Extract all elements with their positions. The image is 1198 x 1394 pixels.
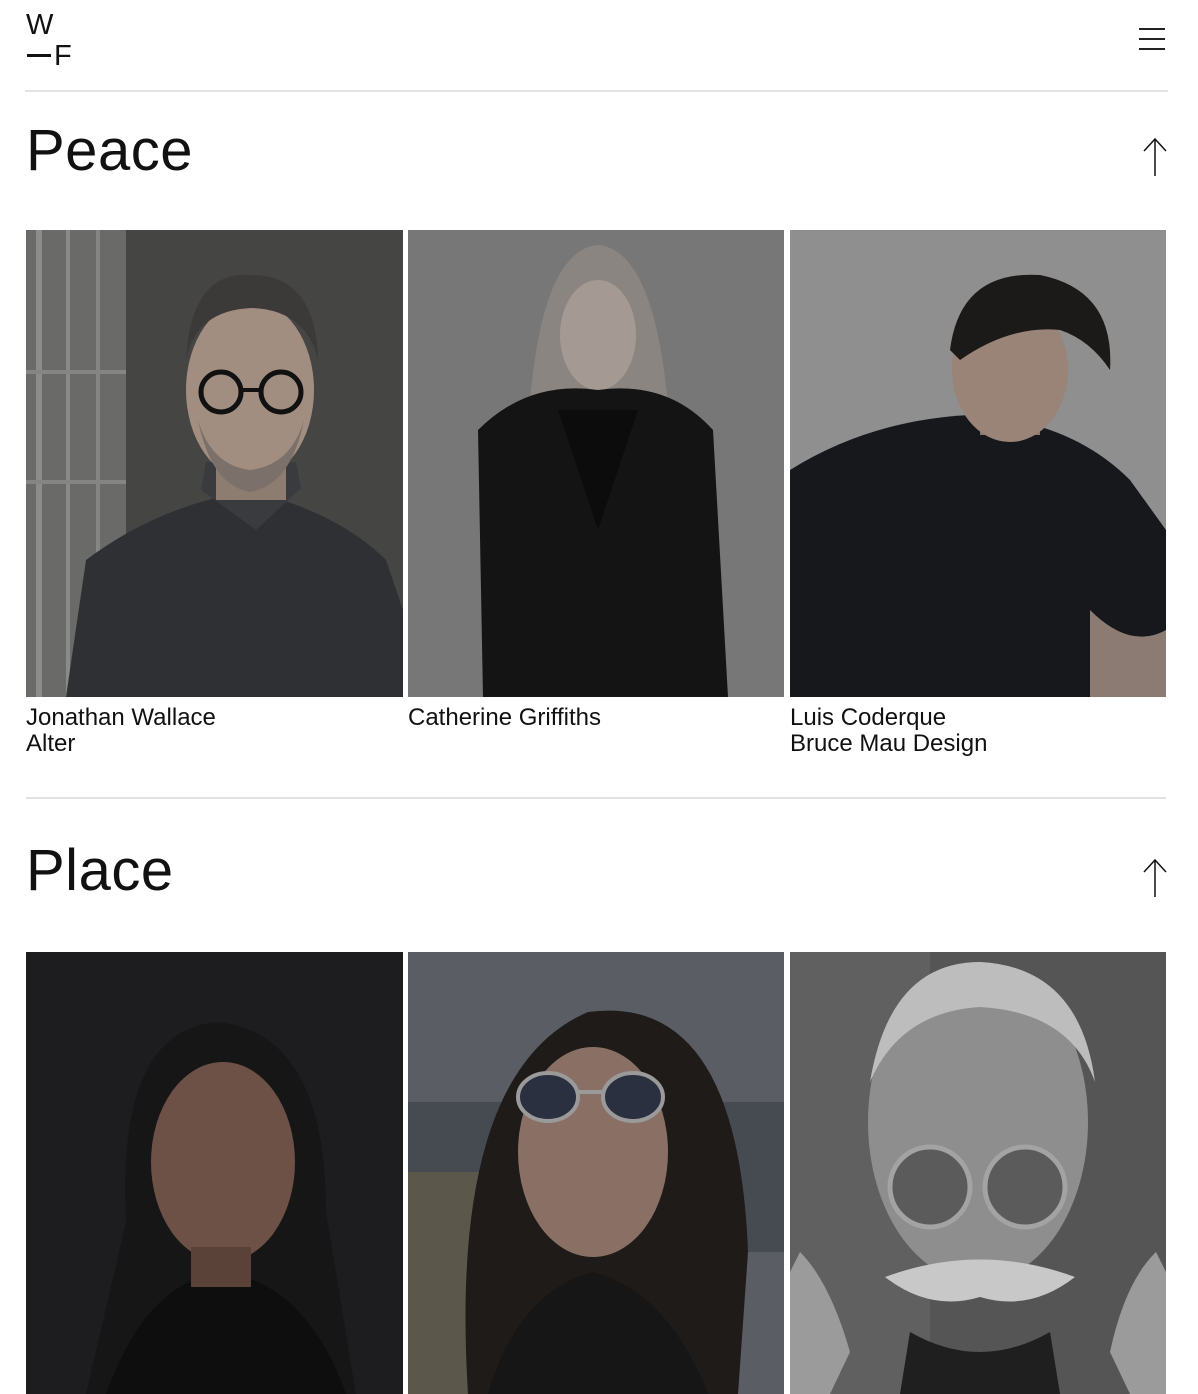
logo-letter-w: W — [26, 9, 53, 41]
site-header: W F — [0, 0, 1198, 92]
hamburger-menu-icon[interactable] — [1138, 26, 1168, 52]
logo-dash — [27, 54, 51, 57]
logo-letter-f: F — [54, 40, 72, 72]
portrait-luis-coderque[interactable] — [790, 230, 1166, 697]
site-logo[interactable]: W F — [26, 9, 76, 72]
section-title-place: Place — [26, 838, 174, 903]
person-name[interactable]: Luis Coderque — [790, 705, 987, 731]
header-divider — [25, 90, 1168, 92]
caption-person-1: Jonathan Wallace Alter — [26, 705, 216, 757]
person-company: Bruce Mau Design — [790, 730, 988, 757]
caption-person-3: Luis Coderque Bruce Mau Design — [790, 705, 987, 757]
scroll-top-arrow-icon[interactable] — [1141, 137, 1169, 177]
portrait-place-person-2[interactable] — [408, 952, 784, 1394]
caption-person-2: Catherine Griffiths — [408, 705, 601, 731]
portrait-catherine-griffiths[interactable] — [408, 230, 784, 697]
person-name[interactable]: Catherine Griffiths — [408, 705, 601, 731]
portrait-place-person-3[interactable] — [790, 952, 1166, 1394]
portrait-place-person-1[interactable] — [26, 952, 403, 1394]
person-name[interactable]: Jonathan Wallace — [26, 705, 216, 731]
person-company: Alter — [26, 730, 76, 757]
section-title-peace: Peace — [26, 118, 193, 183]
portrait-jonathan-wallace[interactable] — [26, 230, 403, 697]
scroll-top-arrow-icon[interactable] — [1141, 858, 1169, 898]
section-divider — [26, 797, 1166, 799]
